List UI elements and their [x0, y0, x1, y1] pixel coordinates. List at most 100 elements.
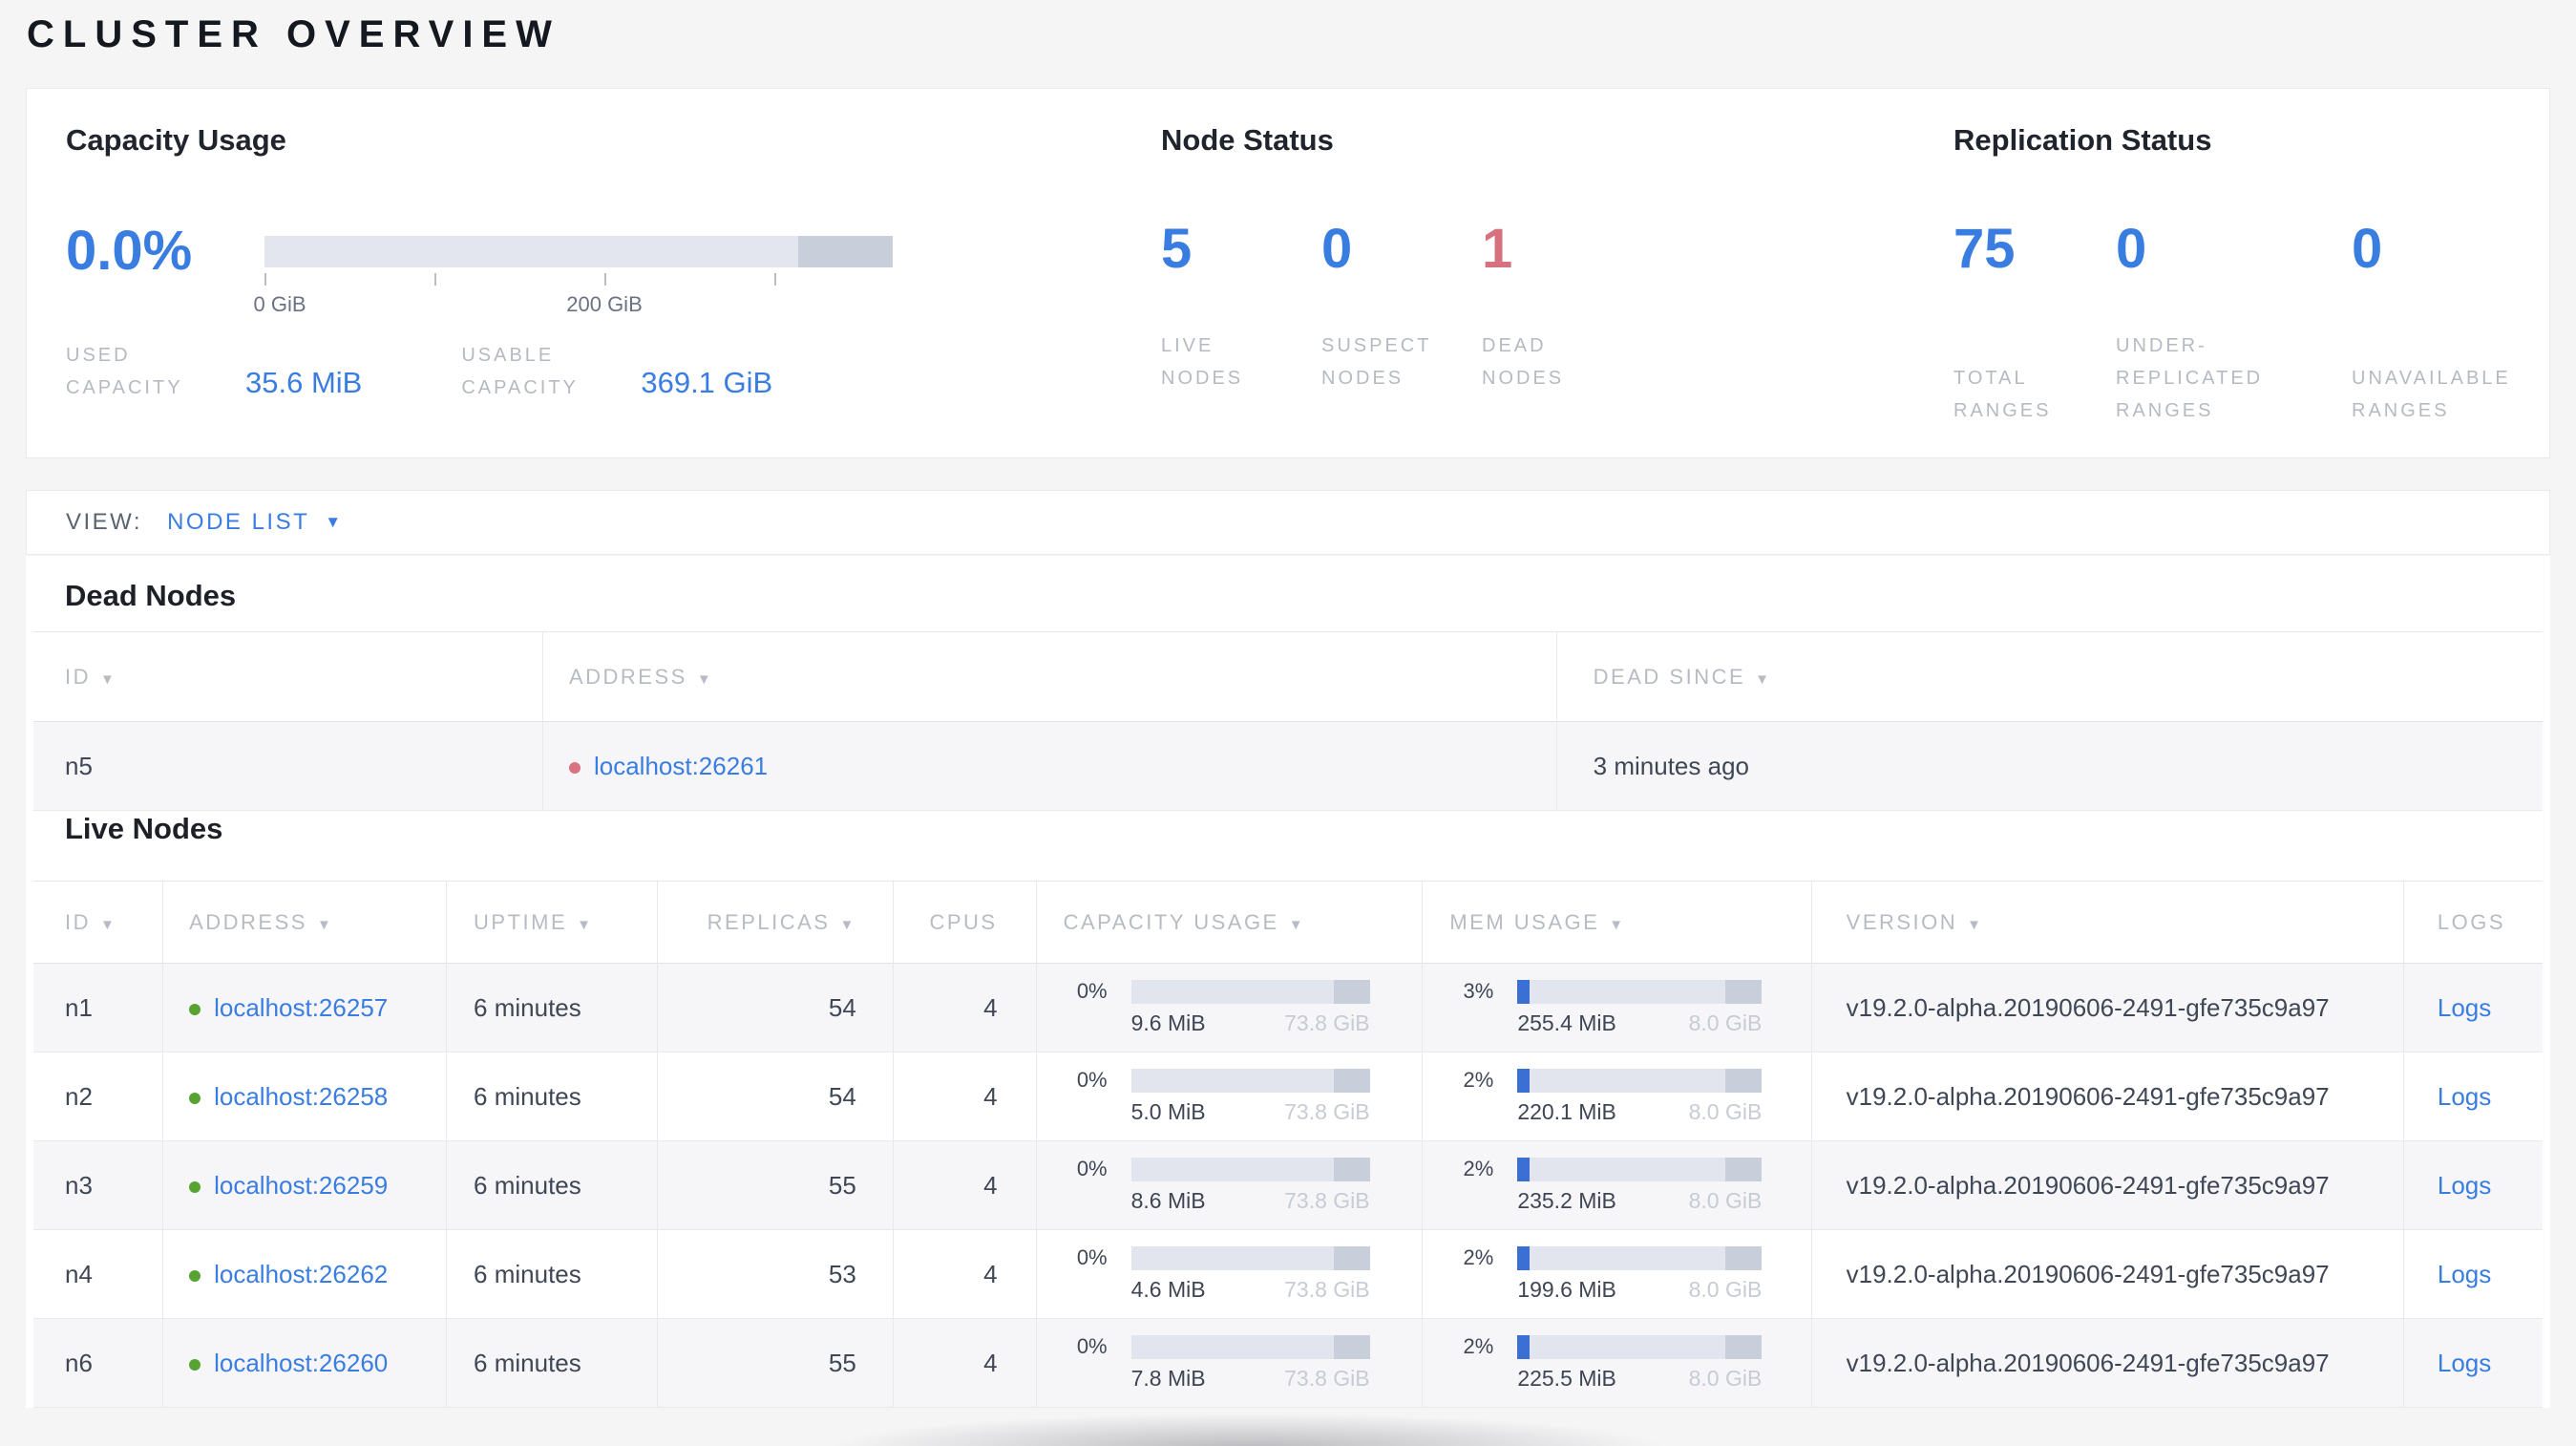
- capacity-reserved-segment: [1333, 979, 1370, 1004]
- mem-usage-bar: [1517, 1157, 1763, 1181]
- chevron-down-icon[interactable]: ▼: [325, 513, 341, 532]
- live-node-row: n3 localhost:26259 6 minutes 55 4 0% 8.6…: [33, 1140, 2543, 1230]
- live-col-mem-usage[interactable]: MEM USAGE ▼: [1422, 881, 1812, 964]
- live-status-dot-icon: [189, 1092, 201, 1104]
- live-col-replicas[interactable]: REPLICAS ▼: [656, 881, 894, 964]
- live-node-row: n6 localhost:26260 6 minutes 55 4 0% 7.8…: [33, 1318, 2543, 1408]
- axis-tick-label: 0 GiB: [253, 292, 306, 316]
- node-id: n6: [33, 1318, 164, 1408]
- live-col-cpus: CPUS: [892, 881, 1037, 964]
- dead-nodes-table: ID ▼ ADDRESS ▼ DEAD SINCE ▼ n5 localhost:26…: [33, 631, 2543, 811]
- node-logs-cell: Logs: [2402, 1052, 2543, 1141]
- sort-desc-icon: ▼: [100, 670, 117, 688]
- node-address-link[interactable]: localhost:26258: [214, 1082, 388, 1111]
- mem-percent-value: 2%: [1463, 1245, 1494, 1269]
- node-address-cell: localhost:26259: [162, 1140, 448, 1230]
- node-id: n1: [33, 963, 164, 1053]
- axis-tick: [604, 273, 606, 286]
- view-selector-dropdown[interactable]: NODE LIST ▼: [167, 509, 341, 536]
- capacity-reserved-segment: [1333, 1245, 1370, 1270]
- capacity-detail-row: USED CAPACITY 35.6 MiB USABLE CAPACITY 3…: [66, 339, 772, 404]
- node-address-link[interactable]: localhost:26259: [214, 1171, 388, 1200]
- node-logs-link[interactable]: Logs: [2438, 993, 2491, 1022]
- capacity-usage-bar: [1130, 1334, 1370, 1359]
- node-address-cell: localhost:26258: [162, 1052, 448, 1141]
- capacity-usage-bar: [1130, 979, 1370, 1004]
- node-cpus: 4: [892, 1229, 1037, 1319]
- node-logs-link[interactable]: Logs: [2438, 1082, 2491, 1111]
- node-logs-link[interactable]: Logs: [2438, 1349, 2491, 1377]
- total-ranges-label: TOTAL RANGES: [1953, 368, 2052, 421]
- mem-usage-bar: [1517, 979, 1763, 1004]
- dead-col-dead-since[interactable]: DEAD SINCE ▼: [1555, 631, 2543, 722]
- bottom-scroll-shadow: [726, 1408, 2215, 1446]
- node-mem-usage-cell: 2% 225.5 MiB 8.0 GiB: [1422, 1318, 1812, 1408]
- summary-card: Capacity Usage 0.0% 0 GiB 200 GiB USED C…: [26, 88, 2550, 458]
- used-capacity-label: USED CAPACITY: [66, 345, 183, 398]
- node-logs-cell: Logs: [2402, 1229, 2543, 1319]
- used-capacity-value: 35.6 MiB: [245, 366, 363, 399]
- capacity-total-value: 73.8 GiB: [1284, 1010, 1370, 1035]
- capacity-percent-value: 0%: [1076, 1068, 1108, 1092]
- live-col-capacity-usage[interactable]: CAPACITY USAGE ▼: [1035, 881, 1424, 964]
- suspect-nodes-label: SUSPECT NODES: [1321, 335, 1432, 389]
- node-address-link[interactable]: localhost:26257: [214, 993, 388, 1022]
- mem-total-value: 8.0 GiB: [1688, 1010, 1763, 1035]
- live-col-version[interactable]: VERSION ▼: [1810, 881, 2404, 964]
- usable-capacity-value: 369.1 GiB: [641, 366, 773, 399]
- node-mem-usage-cell: 2% 199.6 MiB 8.0 GiB: [1422, 1229, 1812, 1319]
- node-replicas: 54: [656, 963, 894, 1053]
- node-logs-link[interactable]: Logs: [2438, 1260, 2491, 1288]
- mem-usage-bar: [1517, 1245, 1763, 1270]
- cluster-overview-page: CLUSTER OVERVIEW Capacity Usage 0.0% 0 G…: [0, 0, 2576, 1446]
- node-address-cell: localhost:26257: [162, 963, 448, 1053]
- capacity-usage-bar: [1130, 1157, 1370, 1181]
- node-uptime: 6 minutes: [446, 1052, 658, 1141]
- dead-col-address[interactable]: ADDRESS ▼: [541, 631, 1557, 722]
- capacity-total-value: 73.8 GiB: [1284, 1366, 1370, 1391]
- under-replicated-ranges-count: 0: [2116, 218, 2147, 280]
- node-mem-usage-cell: 2% 220.1 MiB 8.0 GiB: [1422, 1052, 1812, 1141]
- axis-tick: [434, 273, 436, 286]
- dead-status-dot-icon: [568, 761, 581, 774]
- capacity-total-value: 73.8 GiB: [1284, 1277, 1370, 1302]
- live-col-logs: LOGS: [2402, 881, 2543, 964]
- mem-usage-bar: [1517, 1068, 1763, 1093]
- mem-total-value: 8.0 GiB: [1688, 1099, 1763, 1124]
- sort-desc-icon: ▼: [1755, 670, 1772, 688]
- node-address-link[interactable]: localhost:26262: [214, 1260, 388, 1288]
- view-bar: VIEW: NODE LIST ▼: [26, 490, 2550, 555]
- node-replicas: 54: [656, 1052, 894, 1141]
- mem-used-segment: [1517, 1334, 1531, 1359]
- dead-node-row: n5 localhost:26261 3 minutes ago: [33, 721, 2543, 811]
- capacity-percent-value: 0%: [1076, 1334, 1108, 1358]
- node-replicas: 53: [656, 1229, 894, 1319]
- mem-used-value: 235.2 MiB: [1517, 1188, 1616, 1213]
- live-status-dot-icon: [189, 1180, 201, 1193]
- node-capacity-usage-cell: 0% 4.6 MiB 73.8 GiB: [1035, 1229, 1424, 1319]
- mem-percent-value: 3%: [1463, 979, 1494, 1003]
- dead-col-id[interactable]: ID ▼: [33, 631, 543, 722]
- nodes-section: Dead Nodes ID ▼ ADDRESS ▼ DEAD SINCE ▼ n5 l…: [26, 556, 2550, 1408]
- dead-since-value: 3 minutes ago: [1555, 721, 2543, 811]
- node-replicas: 55: [656, 1318, 894, 1408]
- capacity-usage-bar: [1130, 1068, 1370, 1093]
- mem-total-value: 8.0 GiB: [1688, 1188, 1763, 1213]
- view-selected-value[interactable]: NODE LIST: [167, 509, 309, 536]
- axis-tick: [264, 273, 266, 286]
- sort-desc-icon: ▼: [1288, 916, 1306, 933]
- live-col-id[interactable]: ID ▼: [33, 881, 164, 964]
- live-nodes-label: LIVE NODES: [1161, 335, 1244, 389]
- capacity-gauge-available-segment: [264, 236, 798, 267]
- mem-used-value: 199.6 MiB: [1517, 1277, 1616, 1302]
- node-id: n2: [33, 1052, 164, 1141]
- live-col-address[interactable]: ADDRESS ▼: [162, 881, 448, 964]
- mem-reserved-segment: [1725, 1245, 1763, 1270]
- node-id: n3: [33, 1140, 164, 1230]
- node-address-link[interactable]: localhost:26260: [214, 1349, 388, 1377]
- mem-percent-value: 2%: [1463, 1334, 1494, 1358]
- node-address-link[interactable]: localhost:26261: [594, 752, 768, 780]
- node-logs-link[interactable]: Logs: [2438, 1171, 2491, 1200]
- live-col-uptime[interactable]: UPTIME ▼: [446, 881, 658, 964]
- mem-total-value: 8.0 GiB: [1688, 1277, 1763, 1302]
